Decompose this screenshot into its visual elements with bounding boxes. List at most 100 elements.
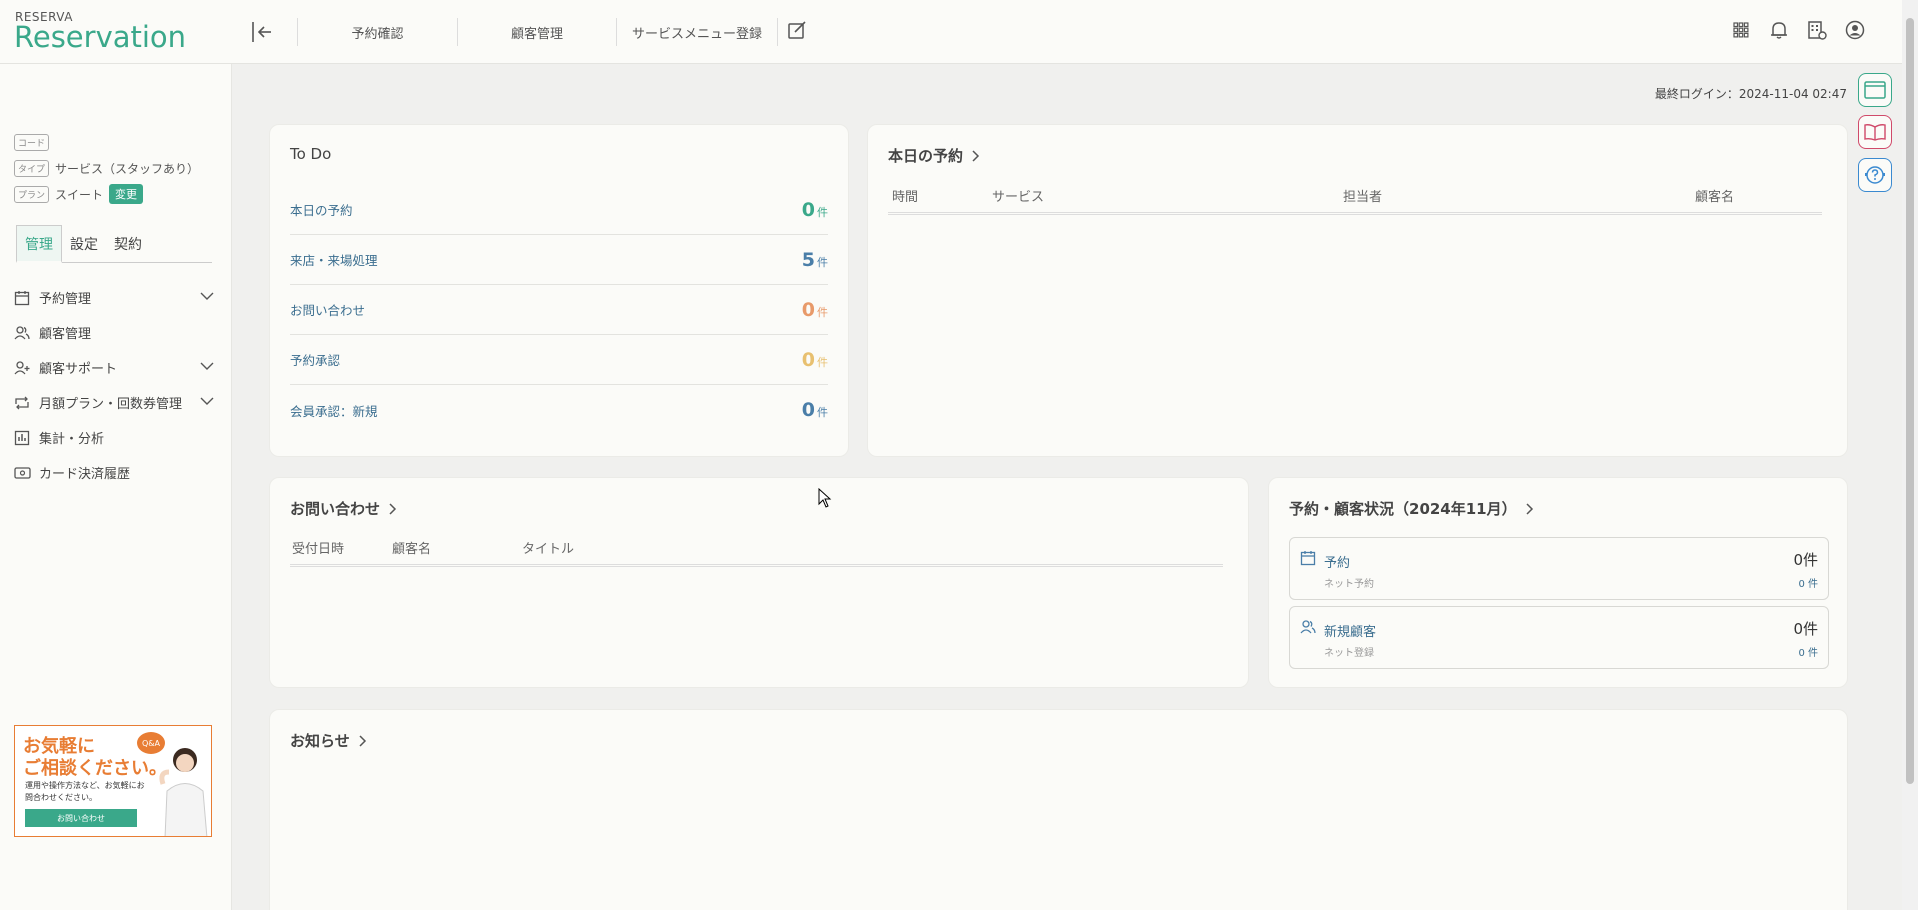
todo-row[interactable]: お問い合わせ 0件 xyxy=(290,285,828,335)
inquiries-card: お問い合わせ 受付日時 顧客名 タイトル xyxy=(269,477,1249,688)
col-time: 時間 xyxy=(892,190,919,205)
status-value: 0件 xyxy=(1793,620,1818,638)
change-plan-button[interactable]: 変更 xyxy=(109,184,144,204)
sidebar-item-label: 集計・分析 xyxy=(39,432,105,447)
building-settings-icon[interactable] xyxy=(1806,18,1828,42)
todo-card: To Do 本日の予約 0件 来店・来場処理 5件 お問い合わせ 0件 予約承認… xyxy=(269,124,849,457)
sidebar: コード タイプ サービス（スタッフあり） プラン スイート 変更 管理 設定 契… xyxy=(0,64,232,910)
today-title: 本日の予約 xyxy=(888,147,964,165)
status-value: 0件 xyxy=(1793,551,1818,569)
help-headset-icon xyxy=(1865,166,1885,184)
col-title: タイトル xyxy=(522,542,575,557)
edit-icon[interactable] xyxy=(786,20,810,44)
news-title-link[interactable]: お知らせ xyxy=(290,730,367,751)
status-card: 予約・顧客状況（2024年11月） 予約 ネット予約 0件 0 件 新規顧客 ネ… xyxy=(1268,477,1848,688)
plan-value: スイート xyxy=(55,187,104,202)
status-sub-value: 0 件 xyxy=(1798,579,1818,590)
user-plus-icon xyxy=(14,359,32,377)
todo-count: 0件 xyxy=(801,298,828,321)
bell-icon[interactable] xyxy=(1768,18,1790,42)
status-sub-label: ネット登録 xyxy=(1324,648,1374,659)
status-label: 予約 xyxy=(1324,556,1351,571)
todo-label: 会員承認：新規 xyxy=(290,403,378,419)
sidebar-menu: 予約管理 顧客管理 顧客サポート 月額プラン・回数券管理 集計・分析 カード決済… xyxy=(14,280,214,490)
nav-reservation-check[interactable]: 予約確認 xyxy=(297,18,458,46)
chevron-down-icon[interactable] xyxy=(200,290,214,305)
todo-count: 0件 xyxy=(801,399,828,421)
tab-settings[interactable]: 設定 xyxy=(62,225,106,263)
today-title-link[interactable]: 本日の予約 xyxy=(888,145,980,166)
todo-count: 0件 xyxy=(801,348,828,371)
account-meta: コード タイプ サービス（スタッフあり） プラン スイート 変更 xyxy=(14,129,199,207)
inquiries-title: お問い合わせ xyxy=(290,500,381,518)
news-title: お知らせ xyxy=(290,732,350,750)
operator-person-icon xyxy=(159,748,208,836)
card-icon xyxy=(14,464,32,482)
meta-plan-row: プラン スイート 変更 xyxy=(14,181,199,207)
users-icon xyxy=(14,324,32,342)
todo-count: 0件 xyxy=(801,198,828,221)
calendar-icon xyxy=(1300,550,1316,570)
type-value: サービス（スタッフあり） xyxy=(55,161,200,176)
meta-type-row: タイプ サービス（スタッフあり） xyxy=(14,155,199,181)
chevron-right-icon xyxy=(1526,502,1533,515)
meta-code-row: コード xyxy=(14,129,199,155)
page-scrollbar[interactable] xyxy=(1902,0,1918,910)
todo-title: To Do xyxy=(290,145,332,163)
chevron-right-icon xyxy=(359,734,366,747)
help-button[interactable] xyxy=(1858,158,1892,192)
browser-window-button[interactable] xyxy=(1858,73,1892,107)
user-circle-icon[interactable] xyxy=(1844,18,1866,42)
sidebar-item-customer-support[interactable]: 顧客サポート xyxy=(14,350,214,385)
sidebar-item-analytics[interactable]: 集計・分析 xyxy=(14,420,214,455)
chevron-down-icon[interactable] xyxy=(200,360,214,375)
sidebar-item-monthly-plan[interactable]: 月額プラン・回数券管理 xyxy=(14,385,214,420)
top-bar: RESERVA Reservation 予約確認 顧客管理 サービスメニュー登録 xyxy=(0,0,1902,64)
sidebar-item-label: 顧客管理 xyxy=(39,327,92,342)
col-customer: 顧客名 xyxy=(1695,190,1735,205)
todo-label: お問い合わせ xyxy=(290,303,366,318)
grid-icon[interactable] xyxy=(1730,18,1752,42)
status-item-reservation[interactable]: 予約 ネット予約 0件 0 件 xyxy=(1289,537,1829,600)
status-label: 新規顧客 xyxy=(1324,625,1377,640)
manual-button[interactable] xyxy=(1858,115,1892,149)
tab-management[interactable]: 管理 xyxy=(16,225,62,263)
tab-contract[interactable]: 契約 xyxy=(106,225,150,263)
status-title-link[interactable]: 予約・顧客状況（2024年11月） xyxy=(1289,498,1534,519)
todo-count: 5件 xyxy=(801,248,828,271)
scrollbar-thumb[interactable] xyxy=(1906,18,1914,784)
inquiries-title-link[interactable]: お問い合わせ xyxy=(290,498,397,519)
todo-row[interactable]: 会員承認：新規 0件 xyxy=(290,385,828,435)
todo-label: 来店・来場処理 xyxy=(290,253,378,268)
brand-logo[interactable]: Reservation xyxy=(14,20,186,54)
last-login: 最終ログイン：2024-11-04 02:47 xyxy=(1654,87,1847,101)
todo-row[interactable]: 本日の予約 0件 xyxy=(290,185,828,235)
nav-customer-management[interactable]: 顧客管理 xyxy=(457,18,617,46)
todo-label: 予約承認 xyxy=(290,353,341,368)
collapse-sidebar-button[interactable] xyxy=(248,17,278,47)
support-banner[interactable]: お気軽に ご相談ください。 Q&A 運用や操作方法など、お気軽にお問合わせくださ… xyxy=(14,725,212,837)
todo-row[interactable]: 予約承認 0件 xyxy=(290,335,828,385)
sidebar-item-customer-management[interactable]: 顧客管理 xyxy=(14,315,214,350)
sidebar-item-reservation-management[interactable]: 予約管理 xyxy=(14,280,214,315)
banner-line2: ご相談ください。 xyxy=(23,758,167,779)
nav-service-menu-register[interactable]: サービスメニュー登録 xyxy=(616,18,778,46)
todo-label: 本日の予約 xyxy=(290,203,353,218)
banner-contact-button[interactable]: お問い合わせ xyxy=(25,809,137,827)
window-icon xyxy=(1864,81,1886,99)
status-item-new-customer[interactable]: 新規顧客 ネット登録 0件 0 件 xyxy=(1289,606,1829,669)
status-sub-label: ネット予約 xyxy=(1324,579,1374,590)
news-card: お知らせ xyxy=(269,709,1848,910)
type-tag: タイプ xyxy=(14,159,50,177)
code-tag: コード xyxy=(14,133,50,151)
plan-tag: プラン xyxy=(14,185,50,203)
top-nav: 予約確認 顧客管理 サービスメニュー登録 xyxy=(297,18,778,46)
chevron-right-icon xyxy=(972,149,980,162)
repeat-icon xyxy=(14,394,32,412)
col-customer-name: 顧客名 xyxy=(392,542,432,557)
sidebar-item-label: 月額プラン・回数券管理 xyxy=(39,397,183,412)
todo-row[interactable]: 来店・来場処理 5件 xyxy=(290,235,828,285)
chevron-down-icon[interactable] xyxy=(200,395,214,410)
sidebar-item-card-payment-history[interactable]: カード決済履歴 xyxy=(14,455,214,490)
arrow-left-bar-icon xyxy=(252,22,271,42)
